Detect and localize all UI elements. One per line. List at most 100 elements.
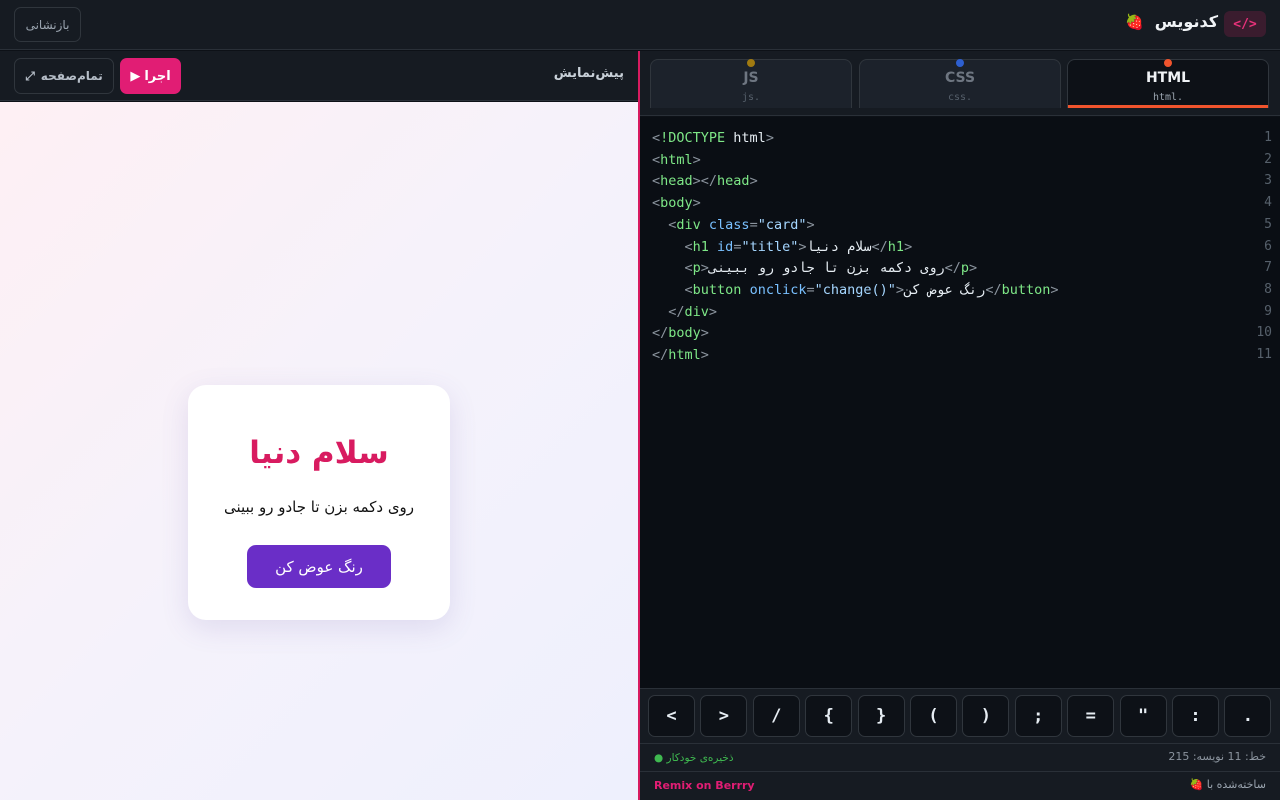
code-editor[interactable]: <!DOCTYPE html> 1 <html> 2 <head></head> 3 <bo… [640, 117, 1280, 688]
code-text: <head></head> [652, 170, 758, 192]
line-number: 4 [1264, 195, 1272, 211]
code-line[interactable]: <html> 2 [652, 149, 1272, 171]
symbol-key[interactable]: ( [910, 695, 957, 737]
code-token: < [684, 238, 693, 255]
tab-css[interactable]: CSS css. [859, 59, 1061, 108]
code-token: button [692, 281, 742, 298]
tab-dot [747, 59, 755, 67]
line-number: 11 [1256, 347, 1272, 362]
code-line[interactable]: <h1 id="title">سلام دنیا</h1> 6 [652, 236, 1272, 258]
code-text: </body> [652, 322, 709, 344]
code-text: <!DOCTYPE html> [652, 127, 774, 149]
tab-ext: js. [741, 92, 761, 103]
app-title: کدنویس [1154, 12, 1218, 31]
code-line[interactable]: <div class="card"> 5 [652, 214, 1272, 236]
code-token: > [700, 325, 709, 342]
code-line[interactable]: <head></head> 3 [652, 170, 1272, 192]
code-token: </ [652, 347, 669, 363]
fullscreen-button[interactable]: ⤢ تمام‌صفحه [14, 58, 114, 94]
code-token: html [725, 130, 766, 146]
symbol-key[interactable]: } [857, 695, 905, 737]
line-number: 7 [1264, 260, 1272, 276]
code-token: > [708, 303, 718, 320]
code-line[interactable]: </body> 10 [652, 322, 1272, 344]
code-token: html [660, 151, 693, 168]
code-token: > [806, 216, 815, 233]
symbol-key[interactable]: < [648, 695, 695, 737]
code-token: < [652, 173, 661, 190]
symbol-key[interactable]: / [752, 695, 800, 737]
code-token: > [749, 173, 758, 190]
code-text: <div class="card"> [652, 214, 815, 236]
code-line[interactable]: <body> 4 [652, 192, 1272, 214]
reset-button[interactable]: بازنشانی [14, 7, 81, 42]
tab-js[interactable]: JS js. [650, 59, 852, 108]
code-token: > [904, 238, 913, 255]
line-number: 10 [1256, 325, 1272, 341]
symbol-key[interactable]: ) [962, 695, 1010, 737]
code-line[interactable]: </div> 9 [652, 301, 1272, 323]
card-text: روی دکمه بزن تا جادو رو ببینی [223, 498, 415, 516]
code-token: p [692, 260, 701, 277]
code-text: <p>روی دکمه بزن تا جادو رو ببینی</p> [652, 257, 978, 279]
code-text: <h1 id="title">سلام دنیا</h1> [652, 236, 913, 258]
symbol-key[interactable]: > [700, 695, 748, 737]
code-token: > [692, 151, 701, 168]
tab-html[interactable]: HTML html. [1067, 59, 1269, 108]
line-number: 2 [1264, 151, 1272, 167]
code-token: div [684, 303, 709, 320]
code-token: body [668, 325, 701, 342]
code-line[interactable]: <button onclick="change()">رنگ عوض کن</b… [652, 279, 1272, 301]
preview-label: پیش‌نمایش [553, 66, 624, 81]
code-token: head [660, 173, 693, 190]
symbol-key[interactable]: : [1172, 695, 1219, 737]
run-button[interactable]: ▶ اجرا [120, 58, 181, 94]
remix-link[interactable]: Remix on Berrry [654, 779, 755, 792]
tab-dot [956, 59, 964, 67]
code-token: < [652, 195, 661, 212]
autosave-status: ● ذخیره‌ی خودکار [654, 752, 734, 764]
footer: Remix on Berrry ساخته‌شده با 🍓 [640, 771, 1280, 800]
code-token: "title" [741, 238, 799, 255]
code-token: p [960, 260, 970, 277]
tab-dot [1164, 59, 1172, 67]
change-color-button[interactable]: رنگ عوض کن [247, 545, 391, 588]
code-line[interactable]: <!DOCTYPE html> 1 [652, 127, 1272, 149]
tab-ext: html. [1152, 92, 1184, 103]
symbol-key[interactable]: ; [1014, 695, 1062, 737]
code-token: class [700, 216, 750, 233]
line-number: 3 [1264, 173, 1272, 189]
code-token: > [969, 260, 978, 277]
symbol-key[interactable]: = [1067, 695, 1115, 737]
expand-icon: ⤢ [25, 68, 35, 83]
preview-frame: سلام دنیا روی دکمه بزن تا جادو رو ببینی … [0, 102, 638, 800]
code-token: > [700, 260, 709, 277]
code-line[interactable]: </html> 11 [652, 344, 1272, 366]
card-title: سلام دنیا [249, 435, 389, 471]
preview-header: پیش‌نمایش ▶ اجرا ⤢ تمام‌صفحه [0, 51, 638, 101]
symbol-key[interactable]: " [1119, 695, 1167, 737]
editor-pane: JS js. CSS css. HTML html. <!DOCTYPE htm… [640, 51, 1280, 800]
cursor-info: خط: 11 نویسه: 215 [1168, 750, 1266, 763]
code-token: </ [944, 260, 961, 277]
top-bar: </> کدنویس 🍓 بازنشانی [0, 0, 1280, 50]
code-token: > [798, 238, 807, 255]
strawberry-icon: 🍓 [1125, 13, 1144, 31]
code-token: h1 [887, 238, 905, 255]
code-token: < [684, 281, 693, 298]
line-number: 1 [1264, 130, 1272, 145]
symbol-key[interactable]: { [805, 695, 853, 737]
tab-name: JS [743, 70, 759, 86]
code-token: </ [668, 303, 685, 320]
code-token: "card" [757, 216, 807, 233]
tab-name: HTML [1145, 70, 1191, 86]
code-text: <html> [652, 149, 701, 171]
code-token: > [700, 347, 709, 363]
code-token: div [676, 216, 701, 233]
symbol-key[interactable]: . [1224, 695, 1272, 737]
code-line[interactable]: <p>روی دکمه بزن تا جادو رو ببینی</p> 7 [652, 257, 1272, 279]
